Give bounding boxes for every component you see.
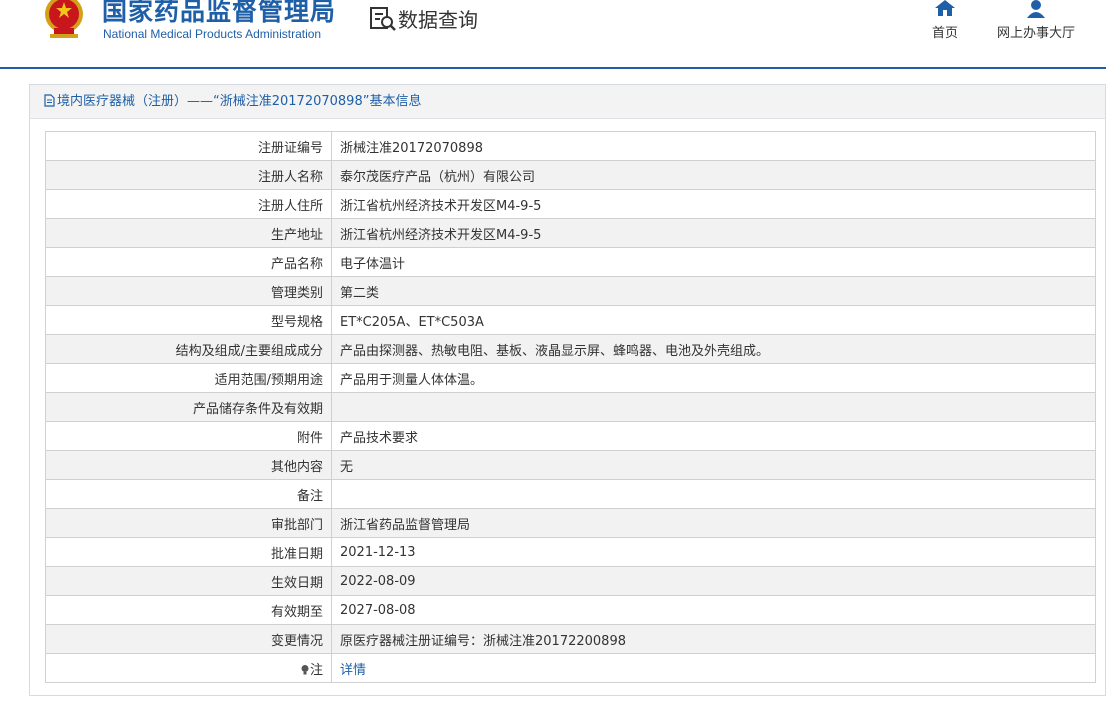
field-label: 有效期至 [45,595,332,625]
data-query-icon [370,7,396,31]
table-row: 型号规格 ET*C205A、ET*C503A [45,305,1096,335]
detail-panel: 境内医疗器械（注册）——“浙械注准20172070898”基本信息 注册证编号浙… [29,84,1106,696]
field-label: 生产地址 [45,218,332,248]
table-row: 审批部门 浙江省药品监督管理局 [45,508,1096,538]
agency-name-cn: 国家药品监督管理局 [102,0,337,26]
user-icon [1027,0,1045,18]
table-row: 管理类别 第二类 [45,276,1096,306]
panel-title-text: 境内医疗器械（注册）——“浙械注准20172070898”基本信息 [57,94,422,109]
field-label: 注册证编号 [45,131,332,161]
field-value: 产品技术要求 [331,421,1096,451]
field-value: 2022-08-09 [331,566,1096,596]
nav-home[interactable]: 首页 [928,0,962,41]
field-label: 注册人住所 [45,189,332,219]
field-label: 批准日期 [45,537,332,567]
field-value: 浙江省杭州经济技术开发区M4-9-5 [331,218,1096,248]
table-row: 注 详情 [45,653,1096,683]
field-value: 产品由探测器、热敏电阻、基板、液晶显示屏、蜂鸣器、电池及外壳组成。 [331,334,1096,364]
field-value [331,479,1096,509]
field-value: 原医疗器械注册证编号：浙械注准20172200898 [331,624,1096,654]
table-row: 产品储存条件及有效期 [45,392,1096,422]
data-query-title: 数据查询 [398,8,478,32]
agency-name-en: National Medical Products Administration [103,27,322,41]
field-label: 生效日期 [45,566,332,596]
table-row: 有效期至 2027-08-08 [45,595,1096,625]
table-row: 注册证编号 浙械注准20172070898 [45,131,1096,161]
field-label: 型号规格 [45,305,332,335]
note-label: 注 [309,662,323,678]
nav-online-hall[interactable]: 网上办事大厅 [994,0,1078,41]
field-value: 第二类 [331,276,1096,306]
lightbulb-icon [301,664,309,674]
table-row: 适用范围/预期用途 产品用于测量人体体温。 [45,363,1096,393]
home-icon [935,0,955,16]
table-row: 其他内容无 [45,450,1096,480]
table-row: 变更情况 原医疗器械注册证编号：浙械注准20172200898 [45,624,1096,654]
table-row: 生产地址 浙江省杭州经济技术开发区M4-9-5 [45,218,1096,248]
field-value: 无 [331,450,1096,480]
document-icon [44,94,55,107]
field-label: 备注 [45,479,332,509]
field-label: 审批部门 [45,508,332,538]
field-label: 产品名称 [45,247,332,277]
field-value: 电子体温计 [331,247,1096,277]
field-value: 浙江省药品监督管理局 [331,508,1096,538]
table-row: 注册人住所 浙江省杭州经济技术开发区M4-9-5 [45,189,1096,219]
field-value: ET*C205A、ET*C503A [331,305,1096,335]
field-label: 适用范围/预期用途 [45,363,332,393]
field-value: 泰尔茂医疗产品（杭州）有限公司 [331,160,1096,190]
field-value: 2027-08-08 [331,595,1096,625]
panel-title: 境内医疗器械（注册）——“浙械注准20172070898”基本信息 [30,85,1105,119]
field-value: 产品用于测量人体体温。 [331,363,1096,393]
field-label: 附件 [45,421,332,451]
table-row: 产品名称 电子体温计 [45,247,1096,277]
nav-online-hall-label: 网上办事大厅 [996,26,1075,41]
field-label: 其他内容 [45,450,332,480]
table-row: 结构及组成/主要组成成分 产品由探测器、热敏电阻、基板、液晶显示屏、蜂鸣器、电池及… [45,334,1096,364]
field-value: 浙械注准20172070898 [331,131,1096,161]
registration-info-table: 注册证编号 浙械注准20172070898 注册人名称 泰尔茂医疗产品（杭州）有限公司… [45,131,1096,683]
field-label: 产品储存条件及有效期 [45,392,332,422]
table-row: 批准日期 2021-12-13 [45,537,1096,567]
field-value: 2021-12-13 [331,537,1096,567]
field-label: 变更情况 [45,624,332,654]
field-value [331,392,1096,422]
nav-home-label: 首页 [931,26,958,41]
table-row: 备注 [45,479,1096,509]
table-row: 附件 产品技术要求 [45,421,1096,451]
site-header: 国家药品监督管理局 National Medical Products Admi… [0,0,1106,69]
field-label: 结构及组成/主要组成成分 [45,334,332,364]
header-divider [0,67,1106,69]
field-label: 注册人名称 [45,160,332,190]
details-link[interactable]: 详情 [340,663,366,678]
note-value-cell: 详情 [331,653,1096,683]
field-value: 浙江省杭州经济技术开发区M4-9-5 [331,189,1096,219]
note-label-cell: 注 [45,653,332,683]
field-label: 管理类别 [45,276,332,306]
table-row: 生效日期 2022-08-09 [45,566,1096,596]
national-emblem-icon [45,0,83,38]
table-row: 注册人名称 泰尔茂医疗产品（杭州）有限公司 [45,160,1096,190]
